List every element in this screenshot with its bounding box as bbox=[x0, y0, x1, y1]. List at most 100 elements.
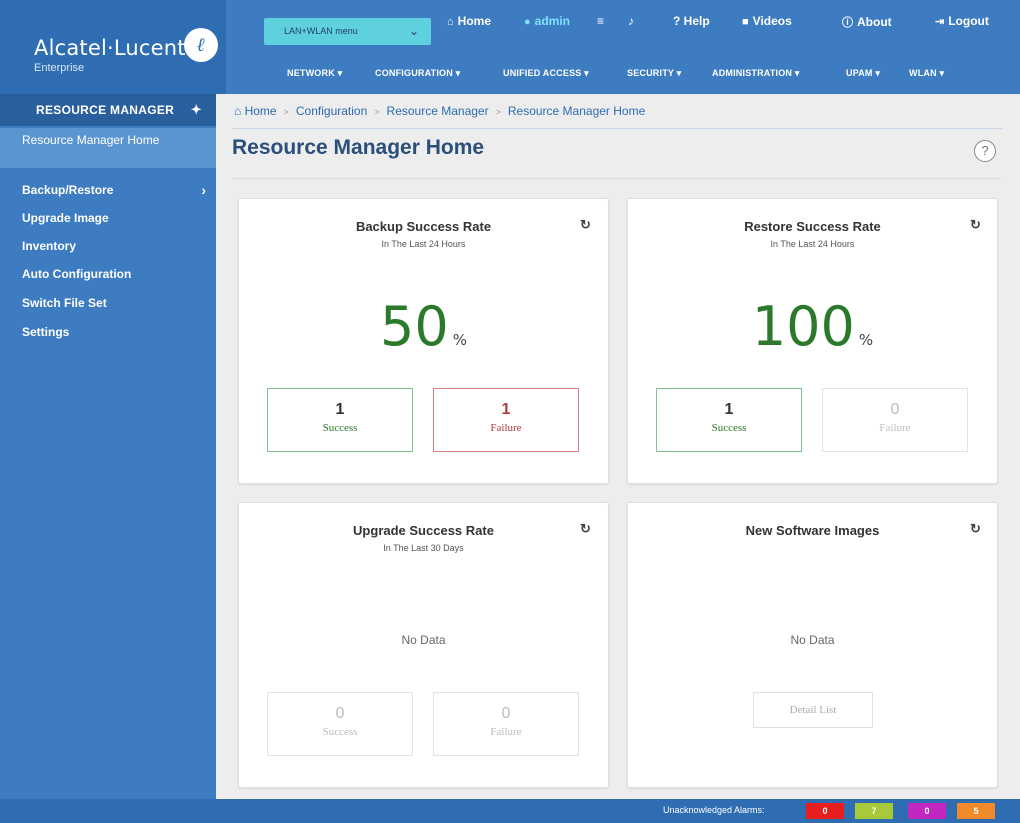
success-label: Success bbox=[322, 422, 358, 434]
breadcrumb-separator: > bbox=[374, 107, 380, 117]
failure-count: 0 bbox=[501, 705, 511, 722]
detail-list-button[interactable]: Detail List bbox=[753, 692, 873, 728]
upgrade-failure-box[interactable]: 0 Failure bbox=[433, 692, 579, 756]
sidebar-item-inventory[interactable]: Inventory bbox=[22, 239, 76, 253]
divider bbox=[232, 128, 1002, 129]
failure-count: 0 bbox=[890, 401, 900, 418]
rate-number: 50 bbox=[380, 295, 449, 358]
refresh-icon[interactable]: ↻ bbox=[580, 217, 591, 233]
card-title: Backup Success Rate bbox=[355, 219, 492, 234]
percent-unit: % bbox=[858, 331, 874, 349]
backup-failure-box[interactable]: 1 Failure bbox=[433, 388, 579, 452]
alarm-count: 5 bbox=[973, 806, 979, 816]
backup-success-rate-card: Backup Success Rate In The Last 24 Hours… bbox=[238, 198, 609, 484]
success-count: 0 bbox=[335, 705, 345, 722]
alarm-critical-badge[interactable]: 0 bbox=[806, 803, 844, 819]
sidebar-item-switch-file-set[interactable]: Switch File Set bbox=[22, 296, 107, 310]
brand-name: Alcatel·Lucent bbox=[34, 36, 186, 60]
card-subtitle: In The Last 24 Hours bbox=[381, 239, 466, 249]
sidebar-item-auto-configuration[interactable]: Auto Configuration bbox=[22, 267, 131, 281]
admin-user-link[interactable]: ● admin bbox=[524, 14, 570, 32]
menu-administration[interactable]: ADMINISTRATION ▾ bbox=[712, 68, 800, 79]
breadcrumb-separator: > bbox=[495, 107, 501, 117]
alarm-major-badge[interactable]: 7 bbox=[855, 803, 893, 819]
alarm-warning-badge[interactable]: 5 bbox=[957, 803, 995, 819]
sidebar-item-resource-manager-home[interactable]: Resource Manager Home bbox=[0, 128, 216, 168]
videos-link[interactable]: ■ Videos bbox=[742, 14, 792, 32]
info-icon: ⓘ bbox=[842, 17, 853, 29]
breadcrumb-home[interactable]: Home bbox=[245, 104, 277, 118]
sidebar: RESOURCE MANAGER ✦ Resource Manager Home… bbox=[0, 94, 216, 799]
alarm-minor-badge[interactable]: 0 bbox=[908, 803, 946, 819]
breadcrumb-configuration[interactable]: Configuration bbox=[296, 104, 367, 118]
success-label: Success bbox=[322, 726, 358, 738]
card-title: New Software Images bbox=[745, 523, 880, 538]
sidebar-item-backup-restore[interactable]: Backup/Restore › bbox=[22, 182, 212, 198]
menu-configuration[interactable]: CONFIGURATION ▾ bbox=[375, 68, 460, 79]
brand-area[interactable]: Alcatel·Lucent Enterprise ℓ bbox=[0, 0, 226, 94]
failure-count: 1 bbox=[501, 401, 511, 418]
refresh-icon[interactable]: ↻ bbox=[970, 521, 981, 537]
menu-upam[interactable]: UPAM ▾ bbox=[846, 68, 880, 79]
alarm-bell-icon[interactable]: ♪ bbox=[628, 14, 634, 32]
lan-wlan-menu-select[interactable]: LAN+WLAN menu ⌄ bbox=[264, 18, 431, 45]
alarm-count: 0 bbox=[924, 806, 930, 816]
help-circle-icon[interactable]: ? bbox=[974, 140, 996, 162]
chevron-down-icon: ⌄ bbox=[408, 24, 419, 38]
backup-success-box[interactable]: 1 Success bbox=[267, 388, 413, 452]
restore-success-rate-card: Restore Success Rate In The Last 24 Hour… bbox=[627, 198, 998, 484]
breadcrumb-separator: > bbox=[283, 107, 289, 117]
chevron-right-icon: › bbox=[201, 182, 206, 198]
card-subtitle: In The Last 24 Hours bbox=[770, 239, 855, 249]
restore-failure-box[interactable]: 0 Failure bbox=[822, 388, 968, 452]
sidebar-item-settings[interactable]: Settings bbox=[22, 325, 69, 339]
card-subtitle: In The Last 30 Days bbox=[383, 543, 464, 553]
alarm-count: 0 bbox=[822, 806, 828, 816]
logout-link[interactable]: ⇥ Logout bbox=[935, 14, 989, 32]
restore-rate-value: 100% bbox=[628, 295, 997, 358]
menu-security[interactable]: SECURITY ▾ bbox=[627, 68, 681, 79]
backup-rate-value: 50% bbox=[239, 295, 608, 358]
success-count: 1 bbox=[335, 401, 345, 418]
breadcrumb: ⌂ Home > Configuration > Resource Manager > Re… bbox=[234, 104, 645, 118]
rate-number: 100 bbox=[751, 295, 855, 358]
menu-unified-access[interactable]: UNIFIED ACCESS ▾ bbox=[503, 68, 589, 79]
top-header: Alcatel·Lucent Enterprise ℓ LAN+WLAN men… bbox=[0, 0, 1020, 94]
home-icon: ⌂ bbox=[234, 104, 245, 118]
brand-logo-icon: ℓ bbox=[184, 28, 218, 62]
hamburger-menu-icon[interactable]: ≡ bbox=[597, 14, 604, 32]
percent-unit: % bbox=[452, 331, 467, 349]
help-link[interactable]: ? Help bbox=[673, 14, 710, 32]
sidebar-header-label: RESOURCE MANAGER bbox=[36, 103, 175, 117]
footer-bar: Unacknowledged Alarms: 0 7 0 5 bbox=[0, 799, 1020, 823]
breadcrumb-resource-manager[interactable]: Resource Manager bbox=[387, 104, 489, 118]
unacknowledged-alarms-label: Unacknowledged Alarms: bbox=[663, 805, 765, 815]
refresh-icon[interactable]: ↻ bbox=[580, 521, 591, 537]
sidebar-item-label: Backup/Restore bbox=[22, 183, 114, 197]
admin-user-label: admin bbox=[534, 14, 570, 28]
sidebar-item-upgrade-image[interactable]: Upgrade Image bbox=[22, 211, 109, 225]
lan-wlan-menu-value: LAN+WLAN menu bbox=[284, 26, 358, 36]
pin-icon[interactable]: ✦ bbox=[191, 102, 202, 118]
failure-label: Failure bbox=[490, 726, 522, 738]
upgrade-success-box[interactable]: 0 Success bbox=[267, 692, 413, 756]
menu-wlan[interactable]: WLAN ▾ bbox=[909, 68, 944, 79]
refresh-icon[interactable]: ↻ bbox=[970, 217, 981, 233]
no-data-text: No Data bbox=[401, 633, 446, 647]
breadcrumb-current: Resource Manager Home bbox=[507, 104, 646, 118]
success-label: Success bbox=[711, 422, 747, 434]
card-title: Upgrade Success Rate bbox=[353, 523, 494, 538]
home-link[interactable]: ⌂ Home bbox=[447, 14, 491, 32]
upgrade-success-rate-card: Upgrade Success Rate In The Last 30 Days… bbox=[238, 502, 609, 788]
restore-success-box[interactable]: 1 Success bbox=[656, 388, 802, 452]
brand-logo-glyph: ℓ bbox=[196, 33, 206, 56]
alarm-count: 7 bbox=[871, 806, 877, 816]
video-camera-icon: ■ bbox=[742, 16, 749, 28]
success-count: 1 bbox=[724, 401, 734, 418]
divider bbox=[232, 178, 1002, 179]
about-link[interactable]: ⓘ About bbox=[842, 14, 892, 32]
logout-icon: ⇥ bbox=[935, 16, 945, 28]
menu-network[interactable]: NETWORK ▾ bbox=[287, 68, 342, 79]
user-icon: ● bbox=[524, 16, 531, 28]
brand-subtitle: Enterprise bbox=[34, 62, 85, 74]
